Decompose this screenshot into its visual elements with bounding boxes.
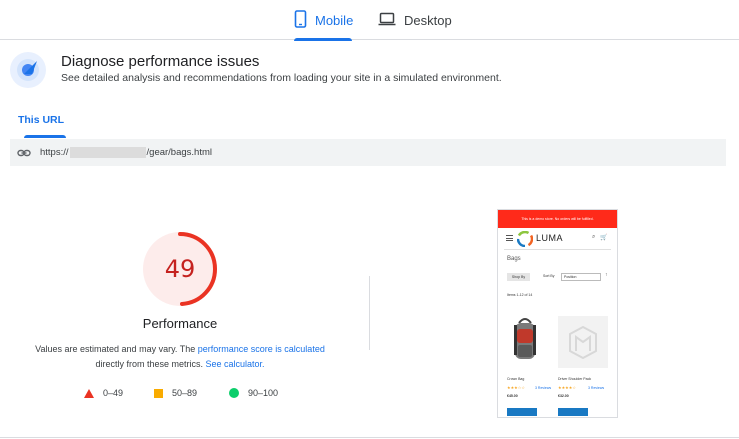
product-reviews: 3 Reviews	[535, 386, 552, 390]
header-divider	[504, 249, 611, 250]
device-tabs: Mobile Desktop	[0, 0, 739, 41]
circle-icon	[229, 388, 239, 398]
url-suffix: /gear/bags.html	[146, 147, 212, 158]
tab-active-indicator	[24, 135, 66, 138]
performance-gauge: 49	[141, 230, 219, 308]
legend-fail-range: 0–49	[103, 388, 124, 398]
product-rating: ★★★☆☆	[507, 385, 525, 390]
diagnose-subtitle: See detailed analysis and recommendation…	[61, 72, 502, 84]
product-name: Crown Bag	[507, 377, 525, 381]
diagnose-title: Diagnose performance issues	[61, 53, 260, 70]
legend-average-range: 50–89	[172, 388, 198, 398]
url-redacted-block	[69, 147, 146, 158]
store-header: LUMA ⌕ 🛒	[498, 228, 617, 248]
product-price: €45.00	[507, 394, 518, 398]
url-bar: https:// /gear/bags.html	[10, 139, 726, 166]
tab-desktop-label: Desktop	[404, 12, 452, 28]
url-prefix: https://	[40, 147, 69, 158]
tab-active-indicator	[294, 38, 352, 41]
shop-by-button: Shop By	[507, 273, 530, 281]
laptop-icon	[378, 12, 396, 29]
add-to-cart-button	[507, 408, 537, 416]
page-screenshot-thumbnail: This is a demo store. No orders will be …	[497, 209, 618, 418]
luma-logo-icon	[516, 230, 534, 248]
store-page-title: Bags	[507, 256, 521, 262]
bottom-divider	[0, 437, 739, 438]
compass-icon	[10, 52, 46, 88]
menu-icon	[506, 235, 513, 241]
see-calculator-link[interactable]: See calculator.	[205, 359, 264, 369]
search-icon: ⌕	[592, 234, 596, 240]
legend-average: 50–89	[154, 388, 197, 398]
legend-pass-range: 90–100	[248, 388, 279, 398]
placeholder-image	[558, 316, 608, 368]
note-middle: directly from these metrics.	[95, 359, 206, 369]
legend-pass: 90–100	[229, 388, 278, 398]
triangle-icon	[84, 388, 94, 398]
tab-mobile[interactable]: Mobile	[294, 0, 354, 41]
items-count: Items 1-12 of 14	[507, 293, 533, 297]
product-rating: ★★★★☆	[558, 385, 576, 390]
link-icon	[17, 146, 31, 160]
phone-icon	[294, 9, 307, 31]
store-brand: LUMA	[536, 233, 564, 243]
performance-score: 49	[164, 255, 196, 283]
performance-label: Performance	[142, 316, 218, 331]
tab-mobile-label: Mobile	[315, 12, 354, 28]
product-price: €32.00	[558, 394, 569, 398]
legend-fail: 0–49	[84, 388, 123, 398]
score-calculated-link[interactable]: performance score is calculated	[198, 344, 325, 354]
product-name: Driver Shoulder Pack	[558, 377, 592, 381]
tab-this-url[interactable]: This URL	[12, 106, 70, 138]
add-to-cart-button	[558, 408, 588, 416]
square-icon	[154, 388, 163, 398]
cart-icon: 🛒	[600, 235, 608, 241]
backpack-image	[508, 315, 542, 367]
sort-by-label: Sort By	[543, 274, 555, 278]
demo-store-banner: This is a demo store. No orders will be …	[498, 210, 617, 228]
vertical-divider	[369, 276, 370, 350]
sort-direction-icon: ↑	[605, 272, 608, 278]
sort-select: Position	[561, 273, 601, 281]
tab-this-url-label: This URL	[17, 114, 65, 126]
product-reviews: 3 Reviews	[588, 386, 605, 390]
performance-note: Values are estimated and may vary. The p…	[26, 342, 334, 372]
tab-desktop[interactable]: Desktop	[378, 0, 452, 40]
note-prefix: Values are estimated and may vary. The	[35, 344, 198, 354]
